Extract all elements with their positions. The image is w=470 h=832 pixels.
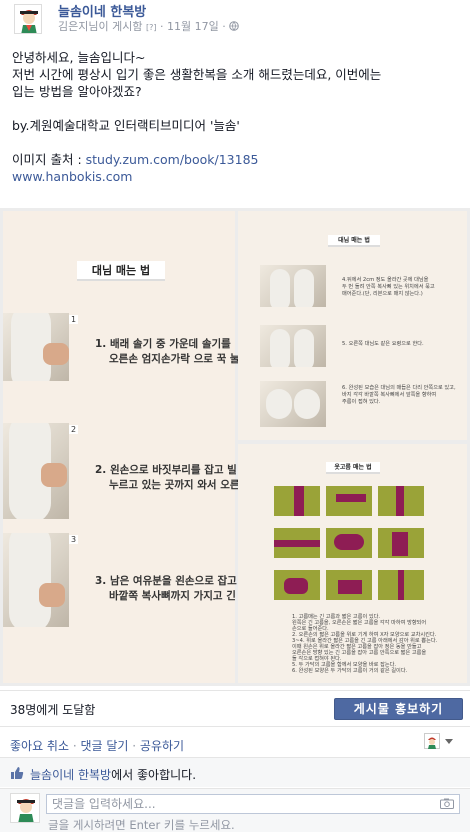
step-photo [260, 265, 326, 307]
comment-link[interactable]: 댓글 달기 [80, 739, 128, 753]
step-photo [3, 533, 69, 627]
post-date[interactable]: 11월 17일 [167, 20, 219, 33]
hanbok-photo [274, 528, 320, 558]
step-line: 바깥쪽 복사뼈까지 가지고 긴 [109, 590, 236, 602]
meta-dot: · [159, 20, 164, 33]
hanbok-photo [378, 570, 424, 600]
source-line: 이미지 출처 : study.zum.com/book/13185 [12, 151, 462, 168]
step-line: 2. 왼손으로 바짓부리를 잡고 빌 [95, 464, 237, 476]
step-photo [3, 423, 69, 519]
post-line [12, 100, 462, 117]
post-line: 입는 방법을 알아야겠죠? [12, 84, 142, 99]
hanbok-photo [378, 528, 424, 558]
post-header: 늘솜이네 한복방 김은지님이 게시함 [?] · 11월 17일 · [0, 0, 470, 38]
step-line: 누르고 있는 곳까지 와서 오른 [109, 479, 240, 491]
comment-input[interactable] [46, 794, 460, 814]
meta-dot-2: · [222, 20, 226, 33]
collage-title: 대님 매는 법 [77, 261, 165, 281]
step-note: 주름이 접혀 있다. [342, 399, 381, 405]
step-line: 3. 남은 여유분을 왼손으로 잡고 [95, 575, 237, 587]
step-photo [260, 381, 326, 427]
photo-left[interactable]: 대님 매는 법 1 1. 배래 솔기 중 가운데 솔기를 오른손 엄지손가락 으… [3, 211, 240, 683]
post-line: 안녕하세요, 늘솜입니다~ [12, 50, 146, 65]
source-link[interactable]: study.zum.com/book/13185 [86, 152, 259, 167]
post-author: 김은지님이 게시함 [58, 20, 143, 33]
step-note: 6. 완성된 모습은 대님의 매듭은 다리 안쪽으로 있고, [342, 385, 456, 391]
hanbok-photo [326, 528, 372, 558]
reach-count[interactable]: 38명에게 도달함 [10, 701, 95, 718]
reach-row: 38명에게 도달함 게시물 홍보하기 [0, 690, 470, 725]
comment-hint: 글을 게시하려면 Enter 키를 누르세요. [48, 818, 235, 832]
action-separator: · [128, 739, 140, 753]
collage-title: 대님 매는 법 [328, 235, 380, 247]
avatar [10, 793, 40, 823]
info-badge[interactable]: [?] [146, 23, 157, 32]
step-photo [3, 313, 69, 381]
comment-composer: 글을 게시하려면 Enter 키를 누르세요. [0, 788, 470, 832]
step-number: 2 [69, 425, 79, 434]
collage-title: 옷고름 매는 법 [326, 462, 380, 474]
liker-page-link[interactable]: 늘솜이네 한복방 [30, 768, 111, 782]
globe-icon [229, 21, 240, 31]
step-note: 바지 각각 바깥쪽 복사뼈에서 앞쪽을 향하여 [342, 392, 437, 398]
hanbok-photo [378, 486, 424, 516]
acting-as-avatar[interactable] [424, 733, 440, 749]
post-meta: 김은지님이 게시함 [?] · 11월 17일 · [58, 18, 240, 34]
hanbok-photo [326, 570, 372, 600]
hanbok-photo [274, 486, 320, 516]
site-link[interactable]: www.hanbokis.com [12, 169, 132, 184]
likes-suffix: 에서 좋아합니다. [111, 768, 197, 782]
step-photo [260, 325, 326, 367]
step-number: 1 [69, 315, 79, 324]
post-line [12, 134, 462, 151]
step-line: 1. 배래 솔기 중 가운데 솔기를 [95, 338, 231, 350]
step-number: 3 [69, 535, 79, 544]
step-note: 5. 오른쪽 대님도 같은 요령으로 한다. [342, 341, 424, 347]
photo-top-right[interactable]: 대님 매는 법 4.뒤에서 2cm 정도 올라간 곳에 대님을 두 번 돌려 안… [238, 211, 467, 440]
hanbok-photo [274, 570, 320, 600]
share-link[interactable]: 공유하기 [140, 739, 184, 753]
camera-icon[interactable] [440, 798, 454, 809]
post-line: 저번 시간에 평상시 입기 좋은 생활한복을 소개 해드렸는데요, 이번에는 [12, 67, 382, 82]
step-note: 6. 완성된 모양은 두 가닥의 고름이 거의 같은 길이다. [292, 668, 408, 674]
chevron-down-icon[interactable] [445, 739, 453, 744]
post-body: 안녕하세요, 늘솜입니다~ 저번 시간에 평상시 입기 좋은 생활한복을 소개 … [12, 49, 462, 185]
hanbok-photo [326, 486, 372, 516]
step-note: 4.뒤에서 2cm 정도 올라간 곳에 대님을 [342, 277, 429, 283]
thumbs-up-icon [11, 767, 24, 779]
step-note: 두 번 돌려 안쪽 복사뼈 있는 위치에서 묶고 [342, 284, 435, 290]
likes-row: 늘솜이네 한복방에서 좋아합니다. [0, 757, 470, 787]
photo-collage[interactable]: 대님 매는 법 1 1. 배래 솔기 중 가운데 솔기를 오른손 엄지손가락 으… [0, 208, 470, 686]
post-line: by.계원예술대학교 인터랙티브미디어 '늘솜' [12, 118, 240, 133]
boost-post-button[interactable]: 게시물 홍보하기 [334, 698, 463, 720]
page-avatar[interactable] [14, 4, 42, 34]
photo-bottom-right[interactable]: 옷고름 매는 법 1. 고름매는 긴 고름과 짧은 고름이 있다. 왼쪽은 긴 … [238, 444, 467, 683]
step-line: 오른손 엄지손가락 으로 꾹 눌 [109, 353, 240, 365]
step-note: 매어준다.(단, 리본으로 매지 않는다.) [342, 291, 423, 297]
source-label: 이미지 출처 : [12, 152, 86, 167]
action-bar: 좋아요 취소 · 댓글 달기 · 공유하기 [0, 726, 470, 756]
unlike-link[interactable]: 좋아요 취소 [10, 739, 69, 753]
likes-text: 늘솜이네 한복방에서 좋아합니다. [30, 766, 196, 783]
action-separator: · [69, 739, 81, 753]
